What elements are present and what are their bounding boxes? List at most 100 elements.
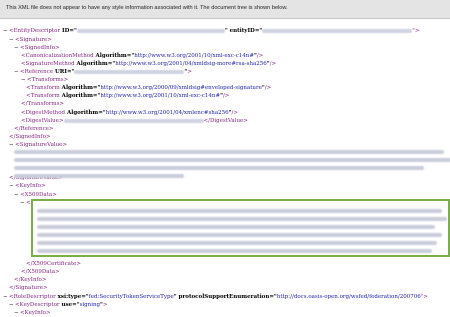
tag-bracket: "> xyxy=(420,294,428,300)
tag-bracket: > xyxy=(58,118,64,124)
tag-name: Signature xyxy=(19,37,48,43)
attribute-text: xsi:type=" xyxy=(55,294,89,300)
certificate-text-line xyxy=(37,225,435,229)
certificate-text-line xyxy=(37,217,447,221)
xml-line: </Reference> xyxy=(14,125,54,133)
redacted-text-line xyxy=(14,166,424,170)
redacted-text-line xyxy=(14,158,450,162)
xml-line: −<X509Data> xyxy=(14,191,57,199)
tag-bracket: "> xyxy=(412,28,420,34)
attribute-value: http://docs.oasis-open.org/wsfed/federat… xyxy=(276,294,421,300)
closing-tag: </Signature> xyxy=(9,285,48,291)
xml-line: <CanonicalizationMethod Algorithm="http:… xyxy=(21,52,263,60)
tag-name: EntityDescriptor xyxy=(13,28,61,34)
tag-name: Reference xyxy=(24,69,54,75)
attribute-value: http://www.w3.org/2001/10/xml-exc-c14n# xyxy=(134,53,254,59)
xml-line: <DigestMethod Algorithm="http://www.w3.o… xyxy=(21,109,238,117)
redacted-value xyxy=(262,28,413,33)
xml-line: <Transform Algorithm="http://www.w3.org/… xyxy=(26,84,271,92)
attribute-text: " protocolSupportEnumeration=" xyxy=(173,294,277,300)
tag-name: DigestValue xyxy=(25,118,59,124)
certificate-text-line xyxy=(37,209,442,213)
closing-tag: </Transforms> xyxy=(21,101,65,107)
redacted-value xyxy=(74,69,185,74)
xml-line: −<Signature> xyxy=(9,36,52,44)
tag-name: SignatureValue xyxy=(19,142,63,148)
banner-message: This XML file does not appear to have an… xyxy=(6,5,288,11)
tag-name: KeyDescriptor xyxy=(19,302,60,308)
xml-line: </Signature> xyxy=(9,284,48,292)
xml-line: −<Reference URI=" "> xyxy=(14,68,192,76)
certificate-text-line xyxy=(37,233,442,237)
attribute-value: http://www.w3.org/2001/10/xml-exc-c14n# xyxy=(100,93,221,99)
redacted-text-line xyxy=(14,150,444,154)
tag-name: CanonicalizationMethod xyxy=(25,53,94,59)
xml-line: </KeyInfo> xyxy=(14,276,46,284)
tag-bracket: > xyxy=(187,69,192,75)
tag-bracket: > xyxy=(47,37,52,43)
xml-line: </SignedInfo> xyxy=(9,133,51,141)
attr-equals: =" xyxy=(66,69,75,75)
attribute-name: Algorithm xyxy=(76,61,108,67)
certificate-text-line xyxy=(37,249,432,253)
attribute-text: " entityID=" xyxy=(224,28,263,34)
closing-tag: </X509Data> xyxy=(21,269,60,275)
tag-bracket: > xyxy=(55,45,60,51)
tag-bracket: > xyxy=(41,183,46,189)
tag-name: DigestMethod xyxy=(25,110,66,116)
redacted-value xyxy=(63,118,204,123)
attribute-value: http://www.w3.org/2001/04/xmldsig-more#r… xyxy=(115,61,267,67)
attribute-name: Algorithm xyxy=(95,53,127,59)
tag-bracket: /> xyxy=(231,110,238,116)
attribute-value: http://www.w3.org/2001/04/xmlenc#sha256 xyxy=(105,110,229,116)
attr-equals: =" xyxy=(72,302,80,308)
tag-bracket: > xyxy=(102,302,108,308)
tag-name: X509Data xyxy=(24,192,53,198)
xml-line: <Transform Algorithm="http://www.w3.org/… xyxy=(26,92,229,100)
xml-line: </X509Certificate> xyxy=(26,260,81,268)
tag-name: Transform xyxy=(30,85,60,91)
attr-equals: =" xyxy=(98,110,106,116)
tag-bracket: > xyxy=(62,142,68,148)
xml-line: −<EntityDescriptor ID=" " entityID=" "> xyxy=(3,27,419,35)
tag-name: SignatureMethod xyxy=(25,61,75,67)
attribute-name: Algorithm xyxy=(66,110,99,116)
attribute-name: Algorithm xyxy=(61,93,93,99)
tag-name: KeyInfo xyxy=(19,183,41,189)
xml-line: −<Transforms> xyxy=(21,76,68,84)
closing-tag: </DigestValue> xyxy=(203,118,248,124)
tag-bracket: /> xyxy=(222,93,230,99)
attribute-name: URI xyxy=(54,69,67,75)
xml-line: <DigestValue> </DigestValue> xyxy=(21,117,248,125)
closing-tag: </SignedInfo> xyxy=(9,134,51,140)
tag-name: RoleDescriptor xyxy=(13,294,56,300)
closing-tag: </Reference> xyxy=(14,126,54,132)
redacted-value xyxy=(76,28,225,33)
redacted-text-line xyxy=(14,174,184,178)
tag-bracket: > xyxy=(63,77,69,83)
closing-tag: </X509Certificate> xyxy=(26,261,82,267)
tag-bracket: > xyxy=(52,192,57,198)
xml-line: −<SignedInfo> xyxy=(14,44,60,52)
attribute-text: ID=" xyxy=(60,28,77,34)
xml-viewer-banner: This XML file does not appear to have an… xyxy=(0,0,450,19)
tag-bracket: /> xyxy=(264,85,272,91)
attribute-value: http://www.w3.org/2000/09/xmldsig#envelo… xyxy=(100,85,262,91)
xml-line: −<KeyDescriptor use="signing"> xyxy=(9,301,108,309)
xml-line: <SignatureMethod Algorithm="http://www.w… xyxy=(21,60,276,68)
xml-line: −<KeyInfo> xyxy=(9,182,46,190)
tag-name: Transform xyxy=(30,93,60,99)
certificate-text-line xyxy=(37,241,437,245)
tag-bracket: /> xyxy=(256,53,264,59)
xml-line: −<SignatureValue> xyxy=(9,141,67,149)
attribute-value: signing xyxy=(79,302,101,308)
closing-tag: </KeyInfo> xyxy=(14,277,47,283)
tag-bracket: /> xyxy=(269,61,277,67)
xml-line: −<RoleDescriptor xsi:type="fed:SecurityT… xyxy=(3,293,428,301)
attribute-name: use xyxy=(61,302,73,308)
xml-line: </Transforms> xyxy=(21,100,64,108)
xml-line: </X509Data> xyxy=(21,268,60,276)
attribute-name: Algorithm xyxy=(61,85,93,91)
xml-line: −<KeyInfo> xyxy=(14,309,51,317)
tag-name: SignedInfo xyxy=(24,45,56,51)
